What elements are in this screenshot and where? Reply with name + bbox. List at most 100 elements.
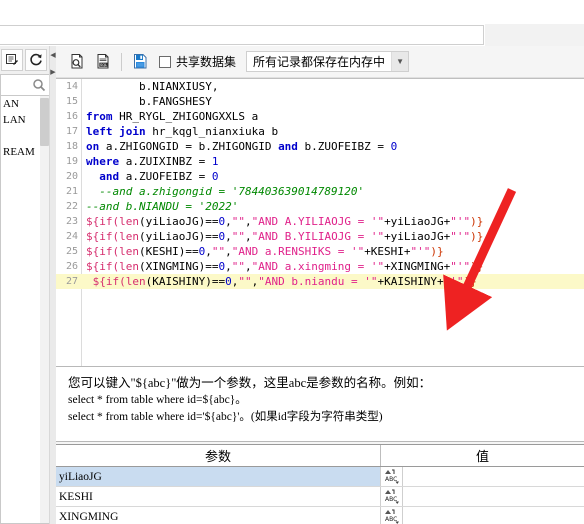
table-row[interactable]: yiLiaoJG ABC (56, 467, 584, 487)
code-line[interactable]: 26 ${if(len(XINGMING)==0,"","AND a.xingmi… (56, 259, 584, 274)
code-line[interactable]: 17 left join hr_kqgl_nianxiuka b (56, 124, 584, 139)
application-window: ◀ ▶ AN LAN REAM SQL 共享数据集 所有记录都保存在内存中 ▼ … (0, 0, 584, 524)
script-edit-icon (6, 54, 18, 65)
storage-mode-select[interactable]: 所有记录都保存在内存中 ▼ (246, 51, 410, 72)
refresh-button[interactable] (25, 49, 47, 71)
code-line[interactable]: 19 where a.ZUIXINBZ = 1 (56, 154, 584, 169)
column-header-value: 值 (475, 449, 489, 464)
code-line[interactable]: 21 --and a.zhigongid = '7844036390147891… (56, 184, 584, 199)
code-text: ${if(len(KAISHINY)==0,"","AND b.niandu =… (86, 274, 477, 289)
splitter-collapse-icon[interactable]: ◀ (50, 52, 55, 59)
shared-dataset-label: 共享数据集 (176, 55, 237, 69)
sql-document-icon: SQL (97, 54, 108, 69)
code-token: ${if( (86, 230, 120, 243)
code-line[interactable]: 25 ${if(len(KESHI)==0,"","AND a.RENSHIKS … (56, 244, 584, 259)
parameter-type-cell[interactable]: ABC (381, 487, 403, 506)
code-line[interactable]: 16 from HR_RYGL_ZHIGONGXXLS a (56, 109, 584, 124)
code-token: "'" (410, 245, 431, 258)
code-text: from HR_RYGL_ZHIGONGXXLS a (86, 109, 258, 124)
left-panel: ◀ ▶ AN LAN REAM (0, 46, 56, 524)
top-search-input[interactable] (0, 26, 483, 44)
code-token: hr_kqgl_nianxiuka b (145, 125, 279, 138)
code-token: , (225, 260, 232, 273)
code-token: , (205, 245, 212, 258)
code-token: , (244, 260, 252, 273)
sql-code-editor[interactable]: 14 b.NIANXIUSY, 15 b.FANGSHESY 16 from HR_R… (56, 78, 584, 366)
parameter-value-cell[interactable] (403, 487, 584, 506)
code-token: +KAISHINY+ (377, 275, 444, 288)
code-token: len (119, 260, 139, 273)
svg-text:SQL: SQL (99, 63, 106, 67)
code-token: from (86, 110, 113, 123)
code-token: (KAISHINY)== (145, 275, 226, 288)
code-token: , (225, 215, 232, 228)
code-token: a.ZUIXINBZ = (119, 155, 212, 168)
code-token: b.ZUOFEIBZ = (297, 140, 391, 153)
code-line[interactable]: 24 ${if(len(yiLiaoJG)==0,"","AND B.YILIAO… (56, 229, 584, 244)
edit-script-button[interactable] (1, 49, 23, 71)
help-line-2: select * from table where id=${abc}。 (68, 394, 247, 406)
code-token: "AND a.RENSHIKS = '" (231, 245, 365, 258)
table-row[interactable]: XINGMING ABC (56, 507, 584, 524)
code-line[interactable]: 18 on a.ZHIGONGID = b.ZHIGONGID and b.ZUO… (56, 139, 584, 154)
code-token: on (86, 140, 100, 153)
code-token: "'" (450, 230, 471, 243)
code-token: 0 (225, 275, 232, 288)
code-line[interactable]: 23 ${if(len(yiLiaoJG)==0,"","AND A.YILIAO… (56, 214, 584, 229)
parameter-value-cell[interactable] (403, 507, 584, 524)
code-token: "'" (450, 215, 471, 228)
left-panel-tree[interactable]: AN LAN REAM (0, 96, 49, 524)
tree-scrollbar-thumb[interactable] (40, 98, 49, 146)
parameter-table-body[interactable]: yiLiaoJGABCKESHIABCXINGMINGABCKAISHINYAB… (56, 467, 584, 524)
code-token: +XINGMING+ (384, 260, 451, 273)
code-text: b.FANGSHESY (86, 94, 212, 109)
code-token: "" (238, 275, 252, 288)
code-token: (KESHI)== (139, 245, 199, 258)
sql-document-button[interactable]: SQL (90, 49, 116, 75)
left-panel-splitter[interactable]: ◀ ▶ (49, 46, 56, 524)
code-token: b.NIANXIUSY, (86, 80, 219, 93)
text-type-icon: ABC (384, 509, 399, 524)
code-token: len (119, 215, 139, 228)
code-token: HR_RYGL_ZHIGONGXXLS a (112, 110, 259, 123)
preview-sql-button[interactable] (64, 49, 90, 75)
left-panel-search[interactable] (0, 74, 49, 96)
table-row[interactable]: KESHI ABC (56, 487, 584, 507)
chevron-down-icon[interactable]: ▼ (391, 52, 409, 71)
code-line[interactable]: 22 --and b.NIANDU = '2022' (56, 199, 584, 214)
shared-dataset-checkbox[interactable]: 共享数据集 (159, 53, 236, 70)
code-token: "'" (443, 275, 464, 288)
search-icon (33, 79, 46, 92)
parameter-type-cell[interactable]: ABC (381, 467, 403, 486)
code-token: )} (470, 230, 484, 243)
save-dataset-button[interactable] (127, 49, 153, 75)
code-token: +yiLiaoJG+ (384, 230, 451, 243)
line-number: 16 (65, 111, 78, 122)
editor-code-lines[interactable]: 14 b.NIANXIUSY, 15 b.FANGSHESY 16 from HR_R… (56, 79, 584, 366)
storage-mode-value: 所有记录都保存在内存中 (253, 55, 386, 69)
code-token: (XINGMING)== (139, 260, 219, 273)
line-number: 20 (65, 171, 78, 182)
line-number: 22 (65, 201, 78, 212)
code-token: )} (470, 260, 484, 273)
code-line[interactable]: 14 b.NIANXIUSY, (56, 79, 584, 94)
tree-scrollbar-track[interactable] (40, 96, 49, 523)
parameter-name-cell[interactable]: XINGMING (56, 507, 381, 524)
parameter-table[interactable]: 参数 值 yiLiaoJGABCKESHIABCXINGMINGABCKAISH… (56, 444, 584, 524)
parameter-value-cell[interactable] (403, 467, 584, 486)
code-token: where (86, 155, 120, 168)
parameter-name-cell[interactable]: KESHI (56, 487, 381, 506)
parameter-name-cell[interactable]: yiLiaoJG (56, 467, 381, 486)
top-search-field[interactable] (0, 25, 484, 45)
code-token: len (125, 275, 146, 288)
splitter-expand-icon[interactable]: ▶ (50, 69, 55, 76)
code-line[interactable]: 15 b.FANGSHESY (56, 94, 584, 109)
code-token: "AND A.YILIAOJG = '" (251, 215, 385, 228)
parameter-type-cell[interactable]: ABC (381, 507, 403, 524)
code-line[interactable]: 27 ${if(len(KAISHINY)==0,"","AND b.niand… (56, 274, 584, 289)
code-line[interactable]: 20 and a.ZUOFEIBZ = 0 (56, 169, 584, 184)
code-token: and (99, 170, 120, 183)
line-number: 25 (65, 246, 78, 257)
code-token: "" (231, 230, 245, 243)
checkbox-box[interactable] (159, 55, 171, 68)
